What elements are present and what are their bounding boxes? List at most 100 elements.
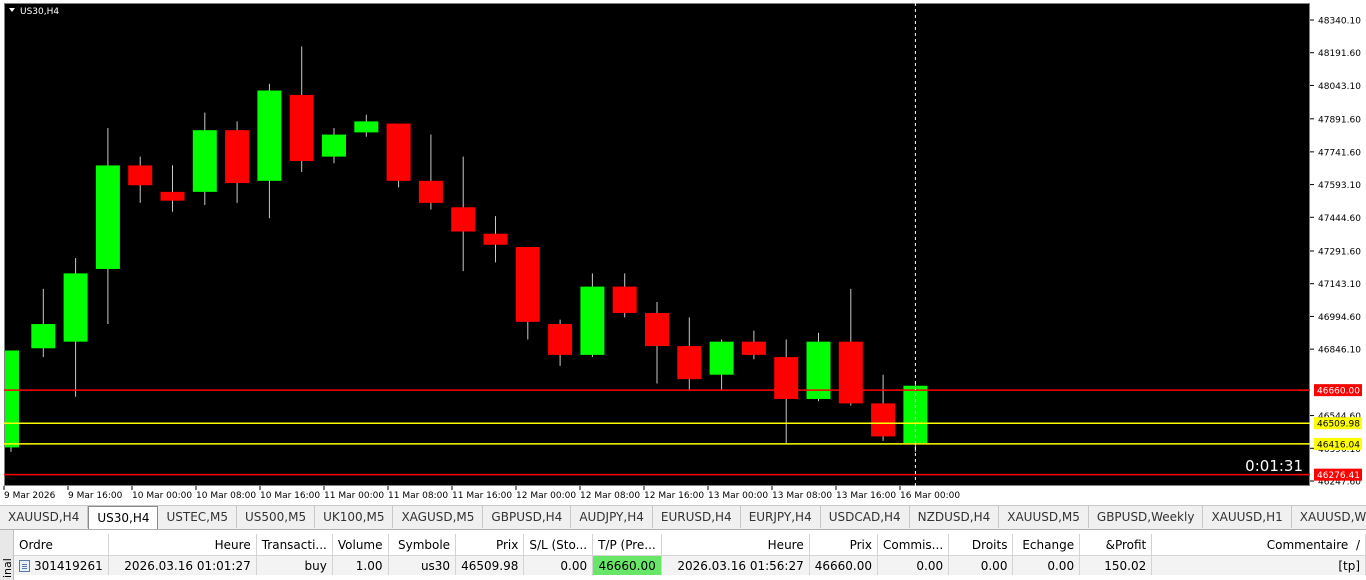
bearish-candle [483, 233, 508, 245]
cell-commission: 0.00 [877, 555, 950, 575]
cell-prix: 46509.98 [455, 555, 525, 575]
time-axis-label: 11 Mar 16:00 [452, 491, 512, 501]
tab-gbpusd-weekly[interactable]: GBPUSD,Weekly [1089, 506, 1204, 528]
chart-canvas[interactable]: US30,H4 48340.10 48191.60 48043.10 47891.60 4… [0, 0, 1366, 505]
bearish-candle [741, 341, 766, 355]
col-header-heure[interactable]: Heure [108, 534, 257, 556]
tab-usdcad-h4[interactable]: USDCAD,H4 [821, 506, 910, 528]
bearish-candle [128, 165, 153, 186]
col-header-transaction[interactable]: Transacti... [256, 534, 333, 556]
tab-xauusd-h4[interactable]: XAUUSD,H4 [0, 506, 89, 528]
col-header-heure-close[interactable]: Heure [661, 534, 810, 556]
tab-xauusd-w[interactable]: XAUUSD,W [1292, 506, 1366, 528]
table-header-row: Ordre Heure Transacti... Volume Symbole … [14, 534, 1366, 556]
tab-uk100-m5[interactable]: UK100,M5 [315, 506, 394, 528]
price-axis-label: 48191.60 [1318, 49, 1361, 59]
terminal-panel: inal Ordre Heure Transacti... Volume Sym… [0, 529, 1366, 580]
col-header-profit[interactable]: &Profit [1079, 534, 1153, 556]
tab-nzdusd-h4[interactable]: NZDUSD,H4 [910, 506, 1000, 528]
price-axis-label: 48340.10 [1318, 17, 1361, 27]
col-header-symbole[interactable]: Symbole [388, 534, 457, 556]
table-row[interactable]: 301419261 2026.03.16 01:01:27 buy 1.00 u… [14, 555, 1366, 575]
cell-heure-close: 2026.03.16 01:56:27 [661, 555, 810, 575]
col-header-ordre[interactable]: Ordre [14, 534, 109, 556]
tab-us500-m5[interactable]: US500,M5 [237, 506, 316, 528]
col-header-volume[interactable]: Volume [332, 534, 389, 556]
price-axis-label: 46846.10 [1318, 346, 1361, 356]
col-header-commission[interactable]: Commis... [877, 534, 950, 556]
terminal-side-label: inal [0, 530, 14, 580]
time-axis-label: 9 Mar 16:00 [68, 491, 123, 501]
col-header-prix-close[interactable]: Prix [809, 534, 879, 556]
col-header-tp[interactable]: T/P (Pre... [592, 534, 662, 556]
bullish-candle [322, 134, 346, 157]
col-header-droits[interactable]: Droits [948, 534, 1014, 556]
cell-profit: 150.02 [1079, 555, 1153, 575]
bearish-candle [871, 403, 896, 437]
bar-countdown-timer: 0:01:31 [1245, 457, 1303, 475]
price-axis-label: 47444.60 [1318, 214, 1361, 224]
cell-sl: 0.00 [523, 555, 594, 575]
tab-us30-h4[interactable]: US30,H4 [88, 506, 159, 529]
time-axis-label: 11 Mar 08:00 [388, 491, 448, 501]
bearish-candle [645, 313, 669, 347]
col-header-commentaire-text: Commentaire [1266, 537, 1349, 552]
time-axis-label: 10 Mar 08:00 [196, 491, 256, 501]
col-header-commentaire[interactable]: Commentaire / [1151, 534, 1366, 556]
price-axis-label: 46994.60 [1318, 313, 1361, 323]
bearish-candle [677, 346, 702, 380]
sort-indicator-icon: / [1355, 537, 1360, 552]
price-axis-label: 47593.10 [1318, 181, 1361, 191]
price-chart[interactable]: US30,H4 48340.10 48191.60 48043.10 47891.60 4… [0, 0, 1366, 505]
chart-tabs-bar: XAUUSD,H4 US30,H4 USTEC,M5 US500,M5 UK100,M5… [0, 505, 1366, 529]
time-axis-label: 10 Mar 00:00 [132, 491, 192, 501]
trade-history-table: Ordre Heure Transacti... Volume Symbole … [14, 534, 1366, 575]
tab-audjpy-h4[interactable]: AUDJPY,H4 [571, 506, 653, 528]
cell-volume: 1.00 [332, 555, 389, 575]
time-axis-label: 16 Mar 00:00 [900, 491, 960, 501]
bullish-candle [63, 273, 88, 342]
cell-prix-close: 46660.00 [809, 555, 879, 575]
price-axis-label: 47291.60 [1318, 247, 1361, 257]
bearish-candle [548, 324, 573, 355]
time-axis-label: 9 Mar 2026 [4, 491, 56, 501]
tab-xauusd-h1[interactable]: XAUUSD,H1 [1203, 506, 1292, 528]
cell-tp: 46660.00 [592, 555, 662, 575]
tab-ustec-m5[interactable]: USTEC,M5 [158, 506, 237, 528]
time-axis-label: 11 Mar 00:00 [324, 491, 384, 501]
bullish-candle [257, 90, 282, 181]
time-axis-label: 10 Mar 16:00 [260, 491, 320, 501]
cell-symbole: us30 [388, 555, 457, 575]
tab-eurusd-h4[interactable]: EURUSD,H4 [653, 506, 741, 528]
cell-heure: 2026.03.16 01:01:27 [108, 555, 257, 575]
tab-eurjpy-h4[interactable]: EURJPY,H4 [741, 506, 821, 528]
chart-symbol-label: US30,H4 [20, 7, 59, 17]
bullish-candle [709, 341, 734, 375]
col-header-sl[interactable]: S/L (Sto... [523, 534, 594, 556]
bearish-candle [838, 341, 863, 404]
tab-gbpusd-h4[interactable]: GBPUSD,H4 [483, 506, 572, 528]
time-axis-label: 12 Mar 00:00 [516, 491, 576, 501]
cell-ordre-text: 301419261 [34, 558, 103, 573]
tab-xagusd-m5[interactable]: XAGUSD,M5 [393, 506, 484, 528]
price-axis-label: 47891.60 [1318, 115, 1361, 125]
time-axis-label: 13 Mar 00:00 [708, 491, 768, 501]
bearish-candle [289, 94, 314, 162]
bearish-candle [160, 191, 185, 201]
time-axis-label: 12 Mar 16:00 [644, 491, 704, 501]
price-level-tag-text: 46660.00 [1317, 387, 1360, 397]
time-axis-label: 13 Mar 16:00 [836, 491, 896, 501]
cell-commentaire: [tp] [1151, 555, 1366, 575]
price-level-tag-text: 46416.04 [1317, 440, 1360, 450]
tab-xauusd-m5[interactable]: XAUUSD,M5 [999, 506, 1089, 528]
price-axis-label: 47741.60 [1318, 148, 1361, 158]
col-header-prix[interactable]: Prix [455, 534, 525, 556]
terminal-side-label-text: inal [1, 558, 14, 578]
bearish-candle [451, 207, 476, 232]
bearish-candle [515, 246, 540, 322]
bullish-candle [580, 286, 605, 355]
col-header-echange[interactable]: Echange [1012, 534, 1081, 556]
chart-plot-area[interactable] [4, 3, 1310, 486]
price-axis-label: 47143.10 [1318, 280, 1361, 290]
bullish-candle [95, 165, 120, 269]
